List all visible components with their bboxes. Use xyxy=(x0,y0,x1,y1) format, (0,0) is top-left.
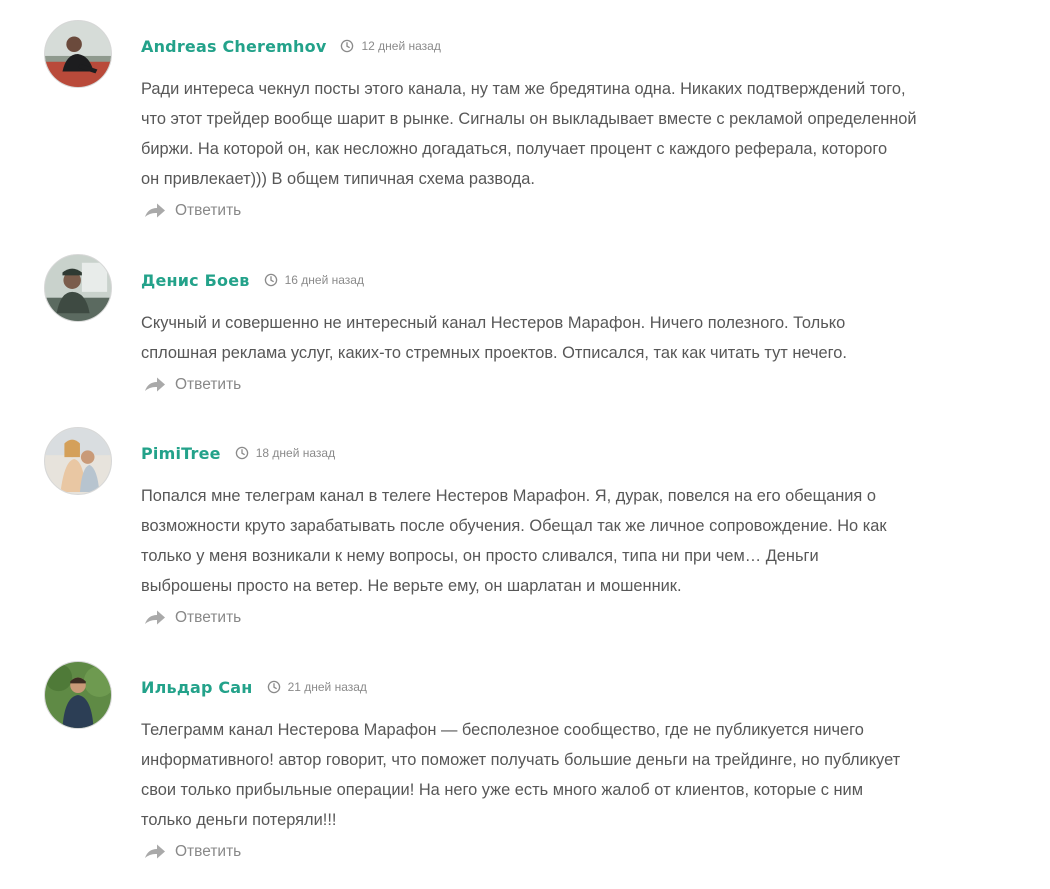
reply-button[interactable]: Ответить xyxy=(144,376,241,394)
comment-date: 18 дней назад xyxy=(235,446,335,460)
reply-button[interactable]: Ответить xyxy=(144,843,241,861)
comment-text: Ради интереса чекнул посты этого канала,… xyxy=(141,80,917,188)
clock-icon xyxy=(267,680,281,694)
comments-list: Andreas Cheremhov 12 дней назад Ради инт… xyxy=(0,0,1050,889)
reply-label: Ответить xyxy=(175,376,242,393)
avatar[interactable] xyxy=(44,427,112,495)
clock-icon xyxy=(340,39,354,53)
comment-date: 12 дней назад xyxy=(340,39,441,53)
avatar[interactable] xyxy=(44,661,112,729)
reply-button[interactable]: Ответить xyxy=(144,609,241,627)
author-name[interactable]: PimiTree xyxy=(141,444,221,463)
comment-header: Ильдар Сан 21 дней назад xyxy=(141,675,367,699)
clock-icon xyxy=(264,273,278,287)
comment-header: Денис Боев 16 дней назад xyxy=(141,268,364,292)
reply-arrow-icon xyxy=(144,843,166,861)
reply-arrow-icon xyxy=(144,376,166,394)
comment-date: 21 дней назад xyxy=(267,680,367,694)
author-name[interactable]: Денис Боев xyxy=(141,271,250,290)
reply-label: Ответить xyxy=(175,609,242,626)
comment-date-text: 18 дней назад xyxy=(255,446,336,460)
reply-arrow-icon xyxy=(144,609,166,627)
comment-text: Телеграмм канал Нестерова Марафон — бесп… xyxy=(141,721,901,829)
comment-date-text: 12 дней назад xyxy=(361,39,441,53)
comment-date-text: 21 дней назад xyxy=(287,680,367,694)
reply-label: Ответить xyxy=(175,202,242,219)
reply-button[interactable]: Ответить xyxy=(144,202,241,220)
comment-date: 16 дней назад xyxy=(264,273,364,287)
comment-text: Попался мне телеграм канал в телеге Нест… xyxy=(141,487,887,595)
author-name[interactable]: Ильдар Сан xyxy=(141,678,253,697)
reply-arrow-icon xyxy=(144,202,166,220)
author-name[interactable]: Andreas Cheremhov xyxy=(141,37,326,56)
clock-icon xyxy=(235,446,249,460)
avatar[interactable] xyxy=(44,20,112,88)
comment-header: Andreas Cheremhov 12 дней назад xyxy=(141,34,441,58)
comment-header: PimiTree 18 дней назад xyxy=(141,441,335,465)
reply-label: Ответить xyxy=(175,843,242,860)
comment-date-text: 16 дней назад xyxy=(284,273,364,287)
comment-text: Скучный и совершенно не интересный канал… xyxy=(141,314,847,362)
avatar[interactable] xyxy=(44,254,112,322)
